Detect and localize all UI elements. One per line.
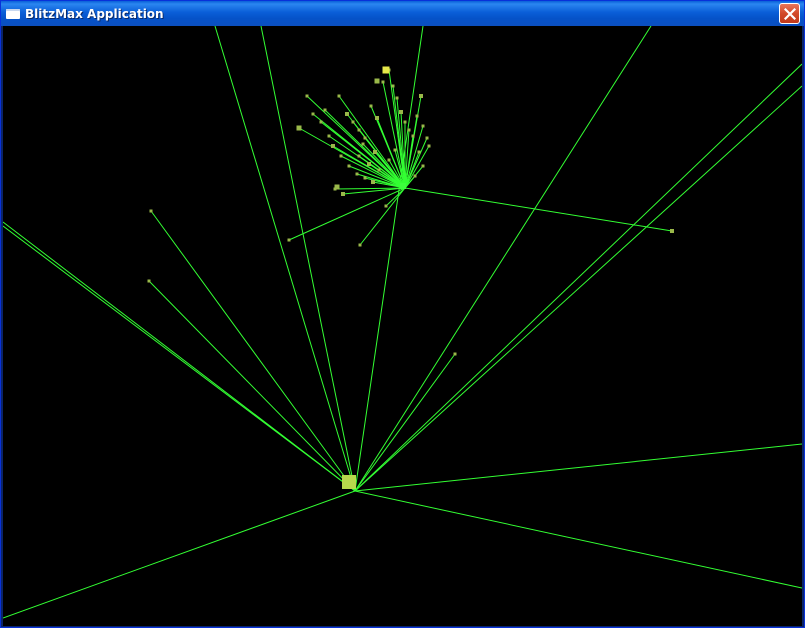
particle	[395, 96, 399, 100]
fountain-ray	[404, 187, 673, 232]
fountain-ray	[288, 187, 406, 241]
particle	[345, 112, 349, 116]
particle	[421, 164, 425, 168]
emitter-ray	[354, 443, 802, 492]
close-icon	[783, 7, 796, 20]
particle	[407, 128, 411, 132]
particle	[363, 176, 367, 180]
particle-scene	[3, 26, 802, 619]
particle	[327, 134, 331, 138]
particle	[357, 128, 361, 132]
fountain-ray	[312, 113, 406, 189]
particle	[375, 116, 379, 120]
particle	[334, 184, 340, 190]
window-title: BlitzMax Application	[25, 6, 164, 21]
particle	[361, 142, 365, 146]
particle	[147, 279, 151, 283]
particle	[413, 174, 417, 178]
close-button[interactable]	[779, 3, 800, 24]
emitter-ray	[150, 210, 356, 492]
particle	[357, 154, 361, 158]
particle	[411, 134, 415, 138]
particle	[399, 110, 403, 114]
emitter-ray	[354, 353, 456, 492]
particle	[351, 120, 355, 124]
particle	[323, 108, 327, 112]
particle	[391, 84, 395, 88]
emitter-ray	[3, 225, 356, 492]
particle	[419, 94, 423, 98]
particle	[369, 104, 373, 108]
particle	[453, 352, 457, 356]
emitter-ray	[148, 280, 356, 492]
particle	[415, 114, 419, 118]
particle	[393, 148, 397, 152]
emitter-ray	[354, 490, 802, 589]
title-bar[interactable]: BlitzMax Application	[1, 1, 804, 26]
fountain-hub	[400, 183, 406, 189]
particle	[425, 136, 429, 140]
particle	[367, 162, 371, 166]
particle	[363, 136, 367, 140]
app-window: BlitzMax Application	[0, 0, 805, 628]
emitter-ray	[3, 490, 356, 619]
fountain-ray	[385, 187, 406, 207]
particle	[403, 120, 407, 124]
particle	[421, 124, 425, 128]
particle	[384, 204, 388, 208]
game-canvas[interactable]	[3, 26, 802, 626]
particle	[355, 172, 359, 176]
particle	[417, 150, 421, 154]
emitter-ray	[354, 85, 802, 492]
particle	[331, 144, 335, 148]
window-icon[interactable]	[6, 8, 20, 19]
emitter-hub	[342, 475, 356, 489]
particle	[371, 180, 375, 184]
particle	[347, 164, 351, 168]
emitter-ray	[354, 26, 424, 492]
particle	[305, 94, 309, 98]
emitter-ray	[354, 26, 652, 492]
particle	[387, 158, 391, 162]
particle	[287, 238, 291, 242]
particle	[149, 209, 153, 213]
particle	[377, 168, 381, 172]
particle	[311, 112, 315, 116]
fountain-ray	[359, 187, 406, 246]
particle	[339, 154, 343, 158]
particle	[296, 125, 302, 131]
particle	[337, 94, 341, 98]
particle	[381, 80, 385, 84]
particle	[374, 78, 380, 84]
particle	[373, 150, 377, 154]
emitter-ray	[214, 26, 356, 492]
particle	[427, 144, 431, 148]
particle	[358, 243, 362, 247]
particle	[341, 192, 345, 196]
particle	[319, 120, 323, 124]
bright-particle	[382, 66, 390, 74]
particle	[670, 229, 674, 233]
